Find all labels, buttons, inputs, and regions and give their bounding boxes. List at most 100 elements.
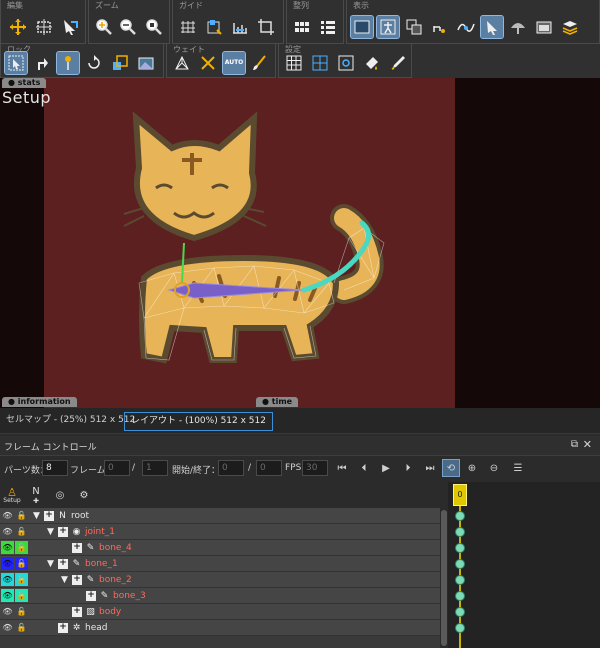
lock-icon[interactable]: 🔓 <box>15 573 28 586</box>
information-tab[interactable]: ● information <box>2 397 77 407</box>
tree-row-bone-2[interactable]: 👁 🔓 ▼ + ✎ bone_2 <box>0 572 440 588</box>
lock-icon[interactable]: 🔓 <box>15 589 28 602</box>
lock-icon[interactable]: 🔓 <box>15 509 28 522</box>
tree-row-bone-3[interactable]: 👁 🔓 + ✎ bone_3 <box>0 588 440 604</box>
visibility-eye-icon[interactable]: 👁 <box>1 557 14 570</box>
keyframe[interactable] <box>455 607 465 617</box>
zoom-fit-icon[interactable] <box>143 16 165 38</box>
settings-paint-icon[interactable] <box>361 52 383 74</box>
settings-grid-icon[interactable] <box>283 52 305 74</box>
tab-cellmap[interactable]: セルマップ - (25%) 512 x 512 <box>0 412 141 431</box>
crop-guide-icon[interactable] <box>255 16 277 38</box>
display-umbrella-icon[interactable] <box>507 16 529 38</box>
add-null-icon[interactable]: N ✚ <box>26 484 46 506</box>
tree-row-head[interactable]: 👁 🔓 + ✲ head <box>0 620 440 636</box>
stats-tab[interactable]: ● stats <box>2 78 47 88</box>
display-bone-icon[interactable] <box>376 15 400 39</box>
zoom-out-icon[interactable] <box>117 16 139 38</box>
weight-cross-icon[interactable] <box>197 52 219 74</box>
transform-tool-icon[interactable] <box>33 16 55 38</box>
expand-arrow-icon[interactable]: ▼ <box>46 559 55 569</box>
add-child-icon[interactable]: + <box>86 591 96 601</box>
next-frame-icon[interactable]: ⏵ <box>400 460 416 476</box>
layout-stage[interactable] <box>44 78 455 408</box>
add-child-icon[interactable]: + <box>72 607 82 617</box>
lock-icon[interactable]: 🔓 <box>15 525 28 538</box>
lock-icon[interactable]: 🔓 <box>15 621 28 634</box>
expand-arrow-icon[interactable]: ▼ <box>32 511 41 521</box>
tree-scrollbar[interactable] <box>440 508 448 648</box>
loop-icon[interactable]: ⟲ <box>442 459 460 477</box>
grid-guide-icon[interactable] <box>177 16 199 38</box>
align-list-icon[interactable] <box>317 16 339 38</box>
float-panel-icon[interactable]: ⧉ <box>571 439 578 450</box>
weight-brush-icon[interactable] <box>249 52 271 74</box>
timeline[interactable]: 0 <box>448 482 600 648</box>
visibility-eye-icon[interactable]: 👁 <box>1 605 14 618</box>
timeline-zoom-out-icon[interactable]: ⊖ <box>486 460 502 476</box>
last-frame-icon[interactable]: ⏭ <box>422 460 438 476</box>
select-tool-icon[interactable] <box>59 16 81 38</box>
menu-icon[interactable]: ☰ <box>510 460 526 476</box>
lock-rotate-icon[interactable] <box>83 52 105 74</box>
visibility-eye-icon[interactable]: 👁 <box>1 525 14 538</box>
visibility-eye-icon[interactable]: 👁 <box>1 621 14 634</box>
keyframe[interactable] <box>455 511 465 521</box>
display-window-icon[interactable] <box>533 16 555 38</box>
lock-move-icon[interactable] <box>31 52 53 74</box>
weight-mesh-icon[interactable] <box>171 52 193 74</box>
add-joint-icon[interactable]: ◎ <box>50 484 70 506</box>
frame-field[interactable]: 0 <box>104 460 130 476</box>
add-bone-icon[interactable]: ⚙ <box>74 484 94 506</box>
parts-tree[interactable]: 👁 🔓 ▼ + Nroot 👁 🔓 ▼ + ◉ joint_1 👁 🔓 + ✎ bone_4 👁 🔓 ▼ + ✎ bone… <box>0 508 440 648</box>
range-end-field[interactable]: 0 <box>256 460 282 476</box>
lock-scale-icon[interactable] <box>109 52 131 74</box>
display-pivot-icon[interactable] <box>429 16 451 38</box>
move-tool-icon[interactable] <box>7 16 29 38</box>
current-frame-marker[interactable]: 0 <box>453 484 467 506</box>
ruler-guide-icon[interactable] <box>229 16 251 38</box>
setup-button[interactable]: ♙ Setup <box>2 484 22 506</box>
expand-arrow-icon[interactable]: ▼ <box>46 527 55 537</box>
close-panel-icon[interactable]: ✕ <box>583 438 592 451</box>
align-grid-icon[interactable] <box>291 16 313 38</box>
add-child-icon[interactable]: + <box>72 575 82 585</box>
lock-icon[interactable]: 🔓 <box>15 605 28 618</box>
first-frame-icon[interactable]: ⏮ <box>334 460 350 476</box>
display-frame-icon[interactable] <box>350 15 374 39</box>
display-stack-icon[interactable] <box>559 16 581 38</box>
timeline-zoom-in-icon[interactable]: ⊕ <box>464 460 480 476</box>
display-select-icon[interactable] <box>480 15 504 39</box>
display-layer-icon[interactable] <box>403 16 425 38</box>
visibility-eye-icon[interactable]: 👁 <box>1 509 14 522</box>
time-tab[interactable]: ● time <box>256 397 299 407</box>
fps-field[interactable]: 30 <box>302 460 328 476</box>
prev-frame-icon[interactable]: ⏴ <box>356 460 372 476</box>
lock-pin-icon[interactable] <box>56 51 80 75</box>
settings-target-icon[interactable] <box>335 52 357 74</box>
settings-mesh-grid-icon[interactable] <box>309 52 331 74</box>
tree-row-body[interactable]: 👁 🔓 + ▧ body <box>0 604 440 620</box>
layout-viewport[interactable]: ● stats Setup ● information ● time <box>0 78 600 408</box>
play-icon[interactable]: ▶ <box>378 460 394 476</box>
add-child-icon[interactable]: + <box>58 623 68 633</box>
tab-layout[interactable]: レイアウト - (100%) 512 x 512 <box>124 412 273 431</box>
display-curve-icon[interactable] <box>455 16 477 38</box>
tree-row-bone-1[interactable]: 👁 🔓 ▼ + ✎ bone_1 <box>0 556 440 572</box>
range-start-field[interactable]: 0 <box>218 460 244 476</box>
lock-select-icon[interactable] <box>4 51 28 75</box>
weight-auto-icon[interactable]: AUTO <box>222 51 246 75</box>
lock-icon[interactable]: 🔓 <box>15 557 28 570</box>
tree-row-root[interactable]: 👁 🔓 ▼ + Nroot <box>0 508 440 524</box>
add-child-icon[interactable]: + <box>72 543 82 553</box>
add-child-icon[interactable]: + <box>44 511 54 521</box>
keyframe[interactable] <box>455 527 465 537</box>
keyframe[interactable] <box>455 543 465 553</box>
lock-icon[interactable]: 🔓 <box>15 541 28 554</box>
add-child-icon[interactable]: + <box>58 527 68 537</box>
zoom-in-icon[interactable] <box>93 16 115 38</box>
visibility-eye-icon[interactable]: 👁 <box>1 573 14 586</box>
tree-row-bone-4[interactable]: 👁 🔓 + ✎ bone_4 <box>0 540 440 556</box>
lock-image-icon[interactable] <box>135 52 157 74</box>
visibility-eye-icon[interactable]: 👁 <box>1 589 14 602</box>
